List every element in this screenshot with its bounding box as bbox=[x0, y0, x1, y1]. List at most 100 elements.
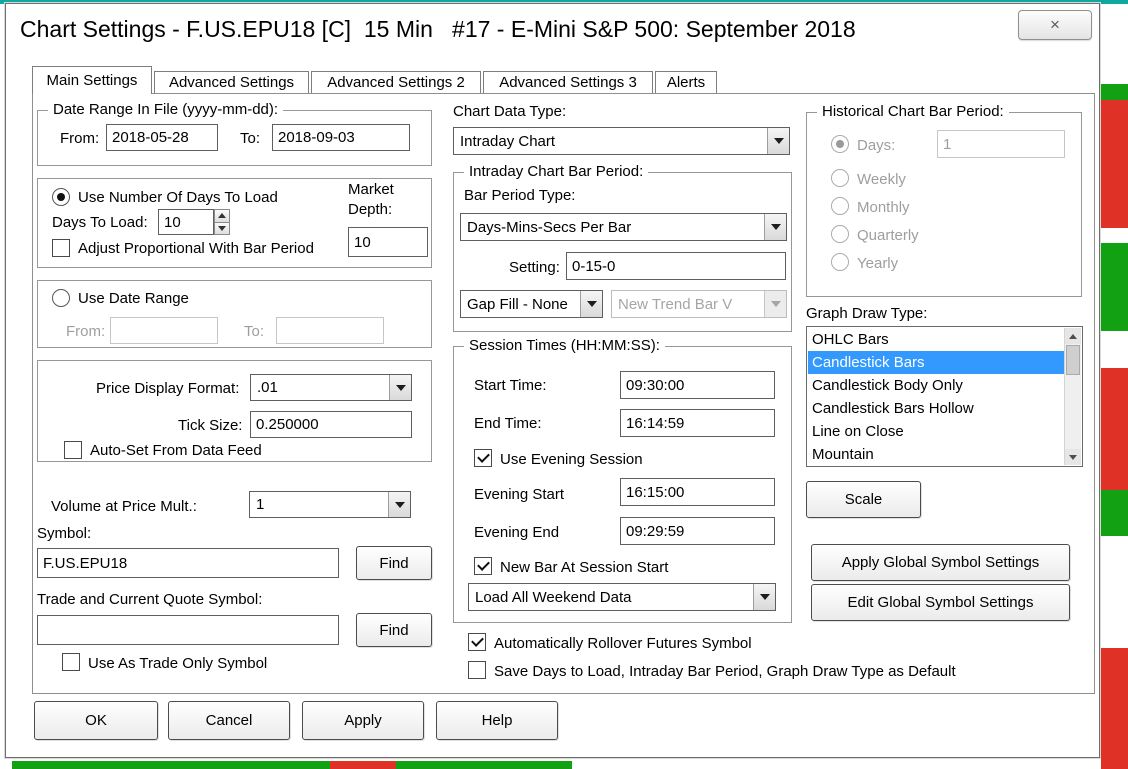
new-trend-bar-value: New Trend Bar V bbox=[618, 295, 733, 313]
tick-size-input[interactable] bbox=[250, 411, 412, 438]
intraday-bar-period-legend: Intraday Chart Bar Period: bbox=[464, 163, 649, 180]
adjust-proportional-checkbox[interactable] bbox=[52, 239, 70, 257]
tab-advanced-settings[interactable]: Advanced Settings bbox=[154, 71, 309, 93]
graph-draw-type-option[interactable]: Line on Close bbox=[808, 420, 1064, 443]
file-to-label: To: bbox=[240, 130, 261, 147]
setting-label: Setting: bbox=[509, 259, 560, 276]
use-number-of-days-label[interactable]: Use Number Of Days To Load bbox=[78, 189, 278, 206]
weekly-radio bbox=[831, 169, 849, 187]
tab-label: Main Settings bbox=[46, 72, 138, 89]
evening-end-input[interactable] bbox=[620, 517, 775, 545]
yearly-radio-label: Yearly bbox=[857, 255, 899, 272]
range-to-input bbox=[276, 317, 384, 344]
close-button[interactable]: × bbox=[1018, 10, 1092, 40]
price-format-group: Price Display Format: .01 Tick Size: Aut… bbox=[37, 360, 432, 462]
cancel-button[interactable]: Cancel bbox=[168, 701, 290, 740]
scrollbar-thumb[interactable] bbox=[1066, 345, 1080, 375]
historical-bar-period-legend: Historical Chart Bar Period: bbox=[817, 103, 1009, 120]
use-date-range-label[interactable]: Use Date Range bbox=[78, 290, 189, 307]
historical-days-input bbox=[937, 130, 1065, 158]
use-evening-session-label[interactable]: Use Evening Session bbox=[500, 451, 643, 468]
chart-background-segment bbox=[1101, 490, 1128, 536]
new-trend-bar-dropdown: New Trend Bar V bbox=[611, 290, 787, 318]
weekend-data-value: Load All Weekend Data bbox=[475, 588, 632, 606]
new-bar-at-session-start-checkbox[interactable] bbox=[474, 557, 492, 575]
graph-draw-type-option[interactable]: Candlestick Bars Hollow bbox=[808, 397, 1064, 420]
session-times-legend: Session Times (HH:MM:SS): bbox=[464, 337, 665, 354]
chart-background-segment bbox=[1101, 648, 1128, 769]
market-depth-label-line1: Market bbox=[348, 181, 394, 198]
arrow-down-icon bbox=[218, 225, 226, 231]
file-to-input[interactable] bbox=[272, 124, 410, 151]
ok-button[interactable]: OK bbox=[34, 701, 158, 740]
start-time-label: Start Time: bbox=[474, 377, 547, 394]
chevron-down-icon bbox=[389, 375, 411, 400]
adjust-proportional-label[interactable]: Adjust Proportional With Bar Period bbox=[78, 240, 314, 257]
use-days-group: Use Number Of Days To Load Days To Load:… bbox=[37, 178, 432, 268]
intraday-bar-period-group: Intraday Chart Bar Period: Bar Period Ty… bbox=[453, 163, 792, 332]
weekend-data-dropdown[interactable]: Load All Weekend Data bbox=[468, 583, 776, 611]
tick-size-label: Tick Size: bbox=[178, 417, 243, 434]
bar-period-type-dropdown[interactable]: Days-Mins-Secs Per Bar bbox=[460, 213, 787, 241]
scrollbar-up-button[interactable] bbox=[1065, 328, 1081, 344]
apply-button[interactable]: Apply bbox=[302, 701, 424, 740]
chevron-down-icon bbox=[764, 291, 786, 317]
chart-background-segment bbox=[1101, 100, 1128, 228]
use-date-range-group: Use Date Range From: To: bbox=[37, 280, 432, 348]
tab-advanced-settings-2[interactable]: Advanced Settings 2 bbox=[311, 71, 481, 93]
evening-start-input[interactable] bbox=[620, 478, 775, 506]
monthly-radio bbox=[831, 197, 849, 215]
bar-period-type-label: Bar Period Type: bbox=[464, 187, 576, 204]
price-display-format-dropdown[interactable]: .01 bbox=[250, 374, 412, 401]
scrollbar[interactable] bbox=[1064, 328, 1081, 465]
gap-fill-value: Gap Fill - None bbox=[467, 295, 568, 313]
start-time-input[interactable] bbox=[620, 371, 775, 399]
weekly-radio-label: Weekly bbox=[857, 171, 906, 188]
arrow-up-icon bbox=[218, 213, 226, 219]
chart-background-segment bbox=[396, 761, 572, 769]
use-evening-session-checkbox[interactable] bbox=[474, 449, 492, 467]
tab-label: Alerts bbox=[666, 74, 706, 91]
range-from-input bbox=[110, 317, 218, 344]
price-display-format-label: Price Display Format: bbox=[96, 380, 240, 397]
days-to-load-label: Days To Load: bbox=[52, 214, 148, 231]
new-bar-at-session-start-label[interactable]: New Bar At Session Start bbox=[500, 559, 668, 576]
market-depth-input[interactable] bbox=[348, 227, 428, 257]
days-to-load-input[interactable] bbox=[158, 209, 214, 235]
tab-label: Advanced Settings bbox=[168, 74, 295, 91]
spinner-up-button[interactable] bbox=[214, 209, 230, 223]
graph-draw-type-list[interactable]: OHLC Bars Candlestick Bars Candlestick B… bbox=[806, 326, 1083, 467]
file-from-input[interactable] bbox=[106, 124, 218, 151]
end-time-input[interactable] bbox=[620, 409, 775, 437]
auto-set-checkbox[interactable] bbox=[64, 441, 82, 459]
chevron-down-icon bbox=[753, 584, 775, 610]
tab-alerts[interactable]: Alerts bbox=[655, 71, 717, 93]
graph-draw-type-items: OHLC Bars Candlestick Bars Candlestick B… bbox=[808, 328, 1064, 465]
graph-draw-type-option[interactable]: Candlestick Body Only bbox=[808, 374, 1064, 397]
gap-fill-dropdown[interactable]: Gap Fill - None bbox=[460, 290, 603, 318]
bar-period-type-value: Days-Mins-Secs Per Bar bbox=[467, 218, 632, 236]
use-date-range-radio[interactable] bbox=[52, 289, 70, 307]
help-button[interactable]: Help bbox=[436, 701, 558, 740]
setting-input[interactable] bbox=[566, 252, 786, 280]
dialog-title: Chart Settings - F.US.EPU18 [C] 15 Min #… bbox=[20, 16, 856, 42]
spinner-down-button[interactable] bbox=[214, 221, 230, 235]
chart-background-segment bbox=[1101, 243, 1128, 331]
graph-draw-type-option[interactable]: OHLC Bars bbox=[808, 328, 1064, 351]
graph-draw-type-option-selected[interactable]: Candlestick Bars bbox=[808, 351, 1064, 374]
date-range-in-file-legend: Date Range In File (yyyy-mm-dd): bbox=[48, 101, 284, 118]
tab-advanced-settings-3[interactable]: Advanced Settings 3 bbox=[483, 71, 653, 93]
chart-background-segment bbox=[330, 761, 396, 769]
tab-main-settings[interactable]: Main Settings bbox=[32, 66, 152, 94]
scrollbar-down-button[interactable] bbox=[1065, 449, 1081, 465]
use-number-of-days-radio[interactable] bbox=[52, 188, 70, 206]
arrow-down-icon bbox=[1069, 454, 1077, 460]
chart-background-segment bbox=[1101, 368, 1128, 490]
days-radio-label: Days: bbox=[857, 137, 896, 154]
screen: { "colors": { "selection_bg": "#3399ff",… bbox=[0, 0, 1128, 769]
days-radio bbox=[831, 135, 849, 153]
chevron-down-icon bbox=[764, 214, 786, 240]
auto-set-label[interactable]: Auto-Set From Data Feed bbox=[90, 442, 262, 459]
graph-draw-type-option[interactable]: Mountain bbox=[808, 443, 1064, 465]
range-to-label: To: bbox=[244, 323, 265, 340]
